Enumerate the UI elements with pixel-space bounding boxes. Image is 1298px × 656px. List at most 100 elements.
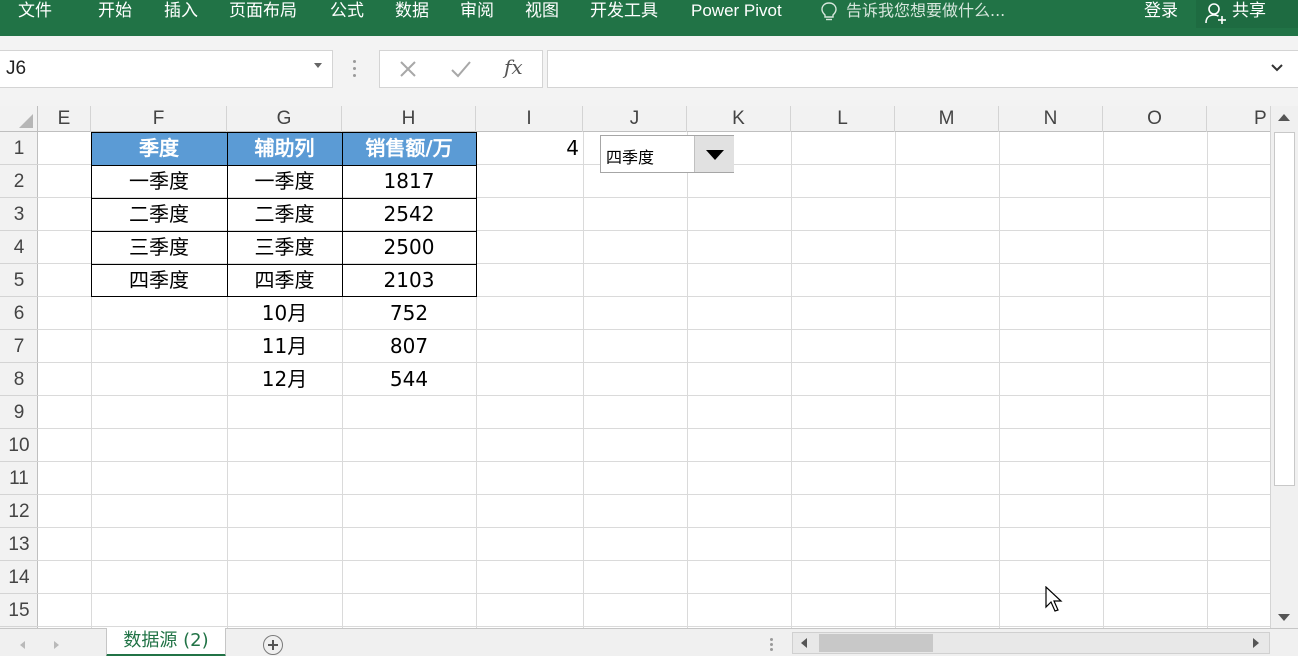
worksheet-grid[interactable]: E F G H I J K L M N O P 1 2 3 4 5 6 7 8 … [0,106,1270,628]
column-header-e[interactable]: E [38,106,91,132]
row-header[interactable]: 14 [0,561,38,594]
combo-dropdown-button[interactable] [694,136,734,172]
chevron-down-icon[interactable] [314,63,322,68]
table-cell[interactable]: 三季度 [91,231,227,264]
horizontal-scroll-thumb[interactable] [819,634,933,652]
column-header-m[interactable]: M [895,106,999,132]
table-cell[interactable]: 一季度 [91,165,227,198]
row-header[interactable]: 11 [0,462,38,495]
share-button[interactable]: 共享 [1196,0,1298,28]
column-header-g[interactable]: G [227,106,342,132]
column-header-i[interactable]: I [476,106,583,132]
share-label: 共享 [1232,1,1266,21]
row-header[interactable]: 8 [0,363,38,396]
formula-input-box[interactable] [547,50,1298,88]
column-header-l[interactable]: L [791,106,895,132]
scroll-left-icon[interactable] [801,638,807,648]
vertical-scroll-thumb[interactable] [1274,132,1295,486]
row-header[interactable]: 13 [0,528,38,561]
formula-input[interactable] [554,57,1254,81]
table-header-quarter[interactable]: 季度 [91,132,227,165]
tab-file[interactable]: 文件 [18,0,52,24]
column-header-h[interactable]: H [342,106,476,132]
row-header[interactable]: 1 [0,132,38,165]
scroll-right-icon[interactable] [1253,638,1259,648]
sheet-next-icon[interactable] [54,641,59,649]
row-header[interactable]: 15 [0,594,38,627]
row-header[interactable]: 5 [0,264,38,297]
table-header-sales[interactable]: 销售额/万 [342,132,476,165]
insert-function-icon[interactable]: fx [504,55,523,79]
row-header[interactable]: 6 [0,297,38,330]
table-cell[interactable]: 2542 [342,198,476,231]
column-headers: E F G H I J K L M N O P [0,106,1270,132]
scroll-down-icon[interactable] [1278,614,1290,621]
excel-window: 文件 开始 插入 页面布局 公式 数据 审阅 视图 开发工具 Power Piv… [0,0,1298,656]
table-header-helper[interactable]: 辅助列 [227,132,342,165]
table-cell[interactable]: 2500 [342,231,476,264]
name-box[interactable] [0,50,333,88]
login-link[interactable]: 登录 [1144,0,1178,24]
tab-view[interactable]: 视图 [525,0,559,24]
table-cell[interactable]: 三季度 [227,231,342,264]
ribbon-tab-bar: 文件 开始 插入 页面布局 公式 数据 审阅 视图 开发工具 Power Piv… [0,0,1298,36]
column-header-f[interactable]: F [91,106,227,132]
column-header-o[interactable]: O [1103,106,1207,132]
combo-value: 四季度 [606,148,655,167]
cell-i1[interactable]: 4 [476,132,583,165]
table-cell[interactable]: 一季度 [227,165,342,198]
table-cell[interactable]: 11月 [227,330,342,363]
row-header[interactable]: 9 [0,396,38,429]
column-header-j[interactable]: J [583,106,687,132]
tab-formulas[interactable]: 公式 [330,0,364,24]
checkmark-icon[interactable] [450,59,472,79]
tab-developer[interactable]: 开发工具 [590,0,658,24]
table-cell[interactable]: 752 [342,297,476,330]
column-header-k[interactable]: K [687,106,791,132]
table-cell[interactable]: 四季度 [227,264,342,297]
mouse-pointer-icon [1045,586,1063,612]
name-box-input[interactable] [6,57,296,81]
column-header-p[interactable]: P [1207,106,1270,132]
tab-split-handle[interactable] [770,638,773,652]
row-header[interactable]: 4 [0,231,38,264]
table-cell[interactable] [91,297,227,330]
resize-handle[interactable] [353,60,357,80]
vertical-scrollbar[interactable] [1270,106,1298,628]
column-header-n[interactable]: N [999,106,1103,132]
cell-area[interactable]: 季度 辅助列 销售额/万 一季度 一季度 1817 二季度 二季度 2542 三… [38,132,1270,628]
tab-page-layout[interactable]: 页面布局 [229,0,297,24]
row-header[interactable]: 7 [0,330,38,363]
row-headers: 1 2 3 4 5 6 7 8 9 10 11 12 13 14 15 [0,132,38,628]
chevron-down-icon[interactable] [1270,63,1284,73]
table-cell[interactable]: 12月 [227,363,342,396]
row-header[interactable]: 3 [0,198,38,231]
add-sheet-icon[interactable] [263,635,283,655]
quarter-combo-box[interactable]: 四季度 [600,135,734,173]
scroll-up-icon[interactable] [1278,114,1290,121]
tab-review[interactable]: 审阅 [460,0,494,24]
tab-data[interactable]: 数据 [395,0,429,24]
table-cell[interactable]: 2103 [342,264,476,297]
row-header[interactable]: 10 [0,429,38,462]
table-cell[interactable] [91,330,227,363]
sheet-prev-icon[interactable] [20,641,25,649]
table-cell[interactable]: 四季度 [91,264,227,297]
tab-insert[interactable]: 插入 [164,0,198,24]
tab-power-pivot[interactable]: Power Pivot [691,0,782,24]
table-cell[interactable]: 1817 [342,165,476,198]
person-icon [1205,3,1226,24]
table-cell[interactable] [91,363,227,396]
horizontal-scrollbar[interactable] [792,632,1270,654]
table-cell[interactable]: 544 [342,363,476,396]
table-cell[interactable]: 10月 [227,297,342,330]
table-cell[interactable]: 二季度 [227,198,342,231]
table-cell[interactable]: 二季度 [91,198,227,231]
select-all-button[interactable] [0,106,38,132]
row-header[interactable]: 2 [0,165,38,198]
tab-home[interactable]: 开始 [98,0,132,24]
row-header[interactable]: 12 [0,495,38,528]
table-cell[interactable]: 807 [342,330,476,363]
cancel-icon[interactable] [398,59,418,79]
sheet-tab-data-source-2[interactable]: 数据源 (2) [106,628,226,656]
